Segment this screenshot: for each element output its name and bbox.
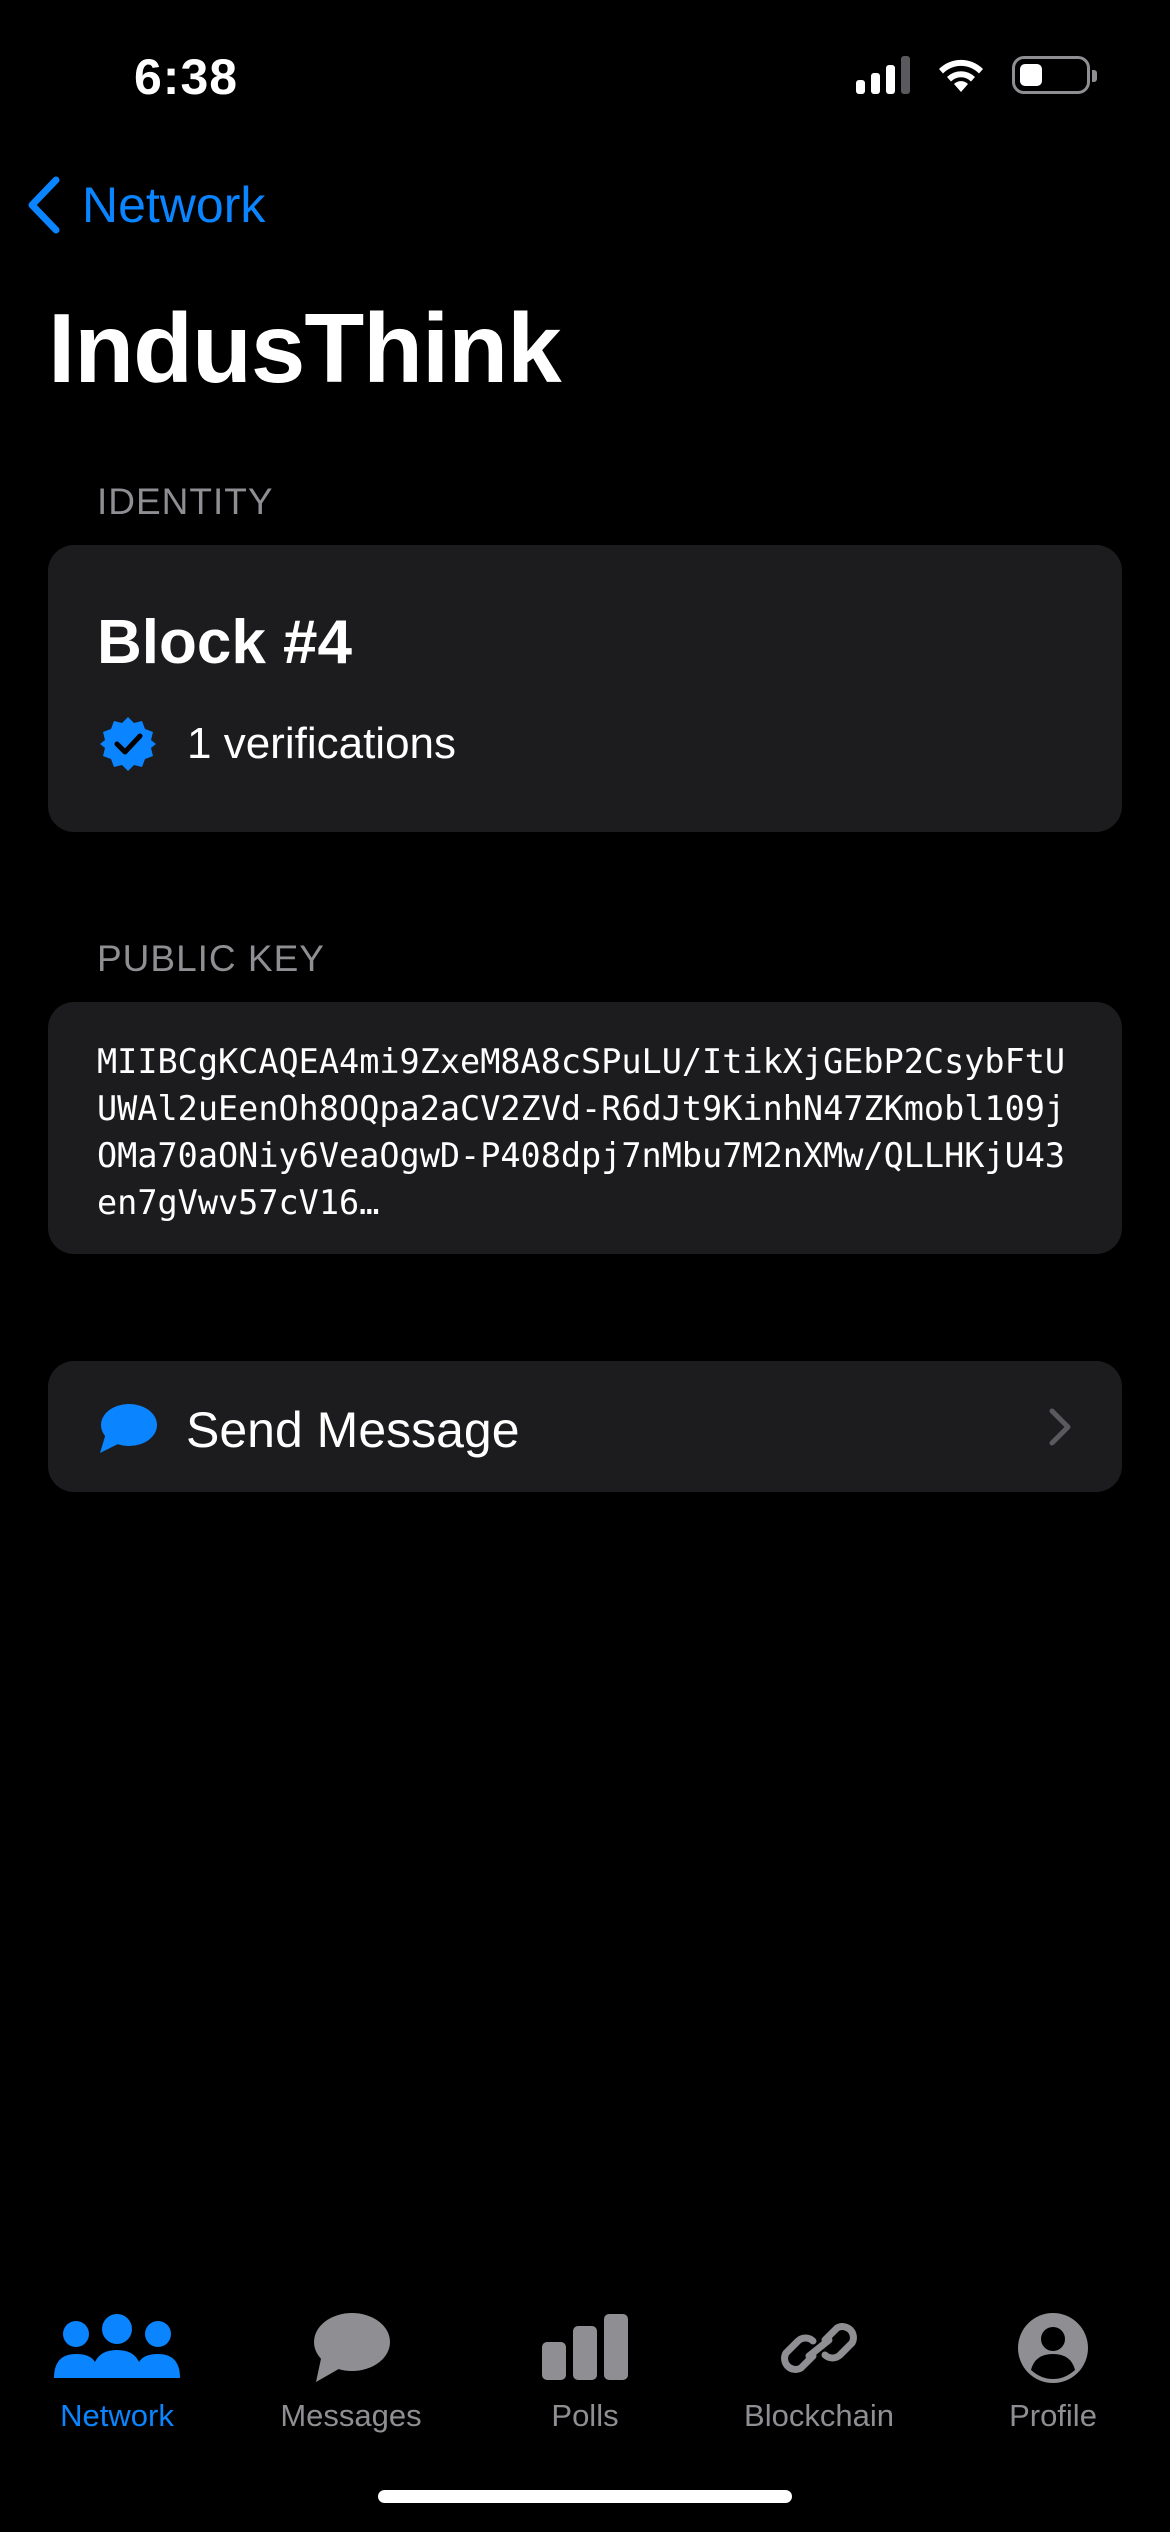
send-message-label: Send Message bbox=[186, 1402, 520, 1458]
public-key-section-label: PUBLIC KEY bbox=[97, 938, 325, 979]
verifications-row: 1 verifications bbox=[99, 715, 456, 773]
speech-bubble-icon bbox=[314, 2313, 390, 2382]
person-circle-icon bbox=[1018, 2313, 1088, 2383]
back-button-label: Network bbox=[82, 177, 266, 233]
tab-network[interactable]: Network bbox=[0, 2290, 234, 2450]
wifi-icon bbox=[939, 59, 983, 92]
verifications-count: 1 verifications bbox=[187, 719, 457, 768]
speech-bubble-icon bbox=[100, 1404, 157, 1453]
chevron-left-icon bbox=[28, 176, 60, 234]
tab-profile-label: Profile bbox=[1009, 2398, 1097, 2433]
tab-messages-label: Messages bbox=[280, 2398, 422, 2433]
status-bar: 6:38 bbox=[0, 0, 1170, 150]
public-key-value: MIIBCgKCAQEA4mi9ZxeM8A8cSPuLU/ItikXjGEbP… bbox=[97, 1042, 1066, 1222]
tab-network-label: Network bbox=[60, 2398, 174, 2433]
tab-polls-label: Polls bbox=[551, 2398, 619, 2433]
bar-chart-icon bbox=[542, 2314, 628, 2380]
identity-card: Block #4 1 verifications bbox=[48, 545, 1122, 832]
verified-badge-icon bbox=[100, 717, 156, 771]
tab-messages[interactable]: Messages bbox=[234, 2290, 468, 2450]
tab-blockchain[interactable]: Blockchain bbox=[702, 2290, 936, 2450]
tab-profile[interactable]: Profile bbox=[936, 2290, 1170, 2450]
page-title: IndusThink bbox=[48, 293, 562, 403]
link-icon bbox=[781, 2323, 857, 2373]
back-button[interactable]: Network bbox=[24, 176, 265, 234]
battery-icon bbox=[1012, 56, 1097, 94]
block-title: Block #4 bbox=[97, 608, 353, 677]
chevron-right-icon bbox=[1049, 1408, 1071, 1446]
home-indicator[interactable] bbox=[378, 2490, 792, 2503]
status-icons bbox=[856, 56, 1097, 94]
send-message-button[interactable]: Send Message bbox=[48, 1361, 1122, 1492]
status-time: 6:38 bbox=[134, 49, 239, 105]
people-icon bbox=[54, 2314, 180, 2378]
tab-polls[interactable]: Polls bbox=[468, 2290, 702, 2450]
public-key-card: MIIBCgKCAQEA4mi9ZxeM8A8cSPuLU/ItikXjGEbP… bbox=[48, 1002, 1122, 1254]
tab-blockchain-label: Blockchain bbox=[744, 2398, 894, 2433]
cellular-signal-icon bbox=[856, 56, 910, 94]
screen: 6:38 Network IndusThink IDENTITY Block #… bbox=[0, 0, 1170, 2532]
identity-section-label: IDENTITY bbox=[97, 481, 274, 522]
